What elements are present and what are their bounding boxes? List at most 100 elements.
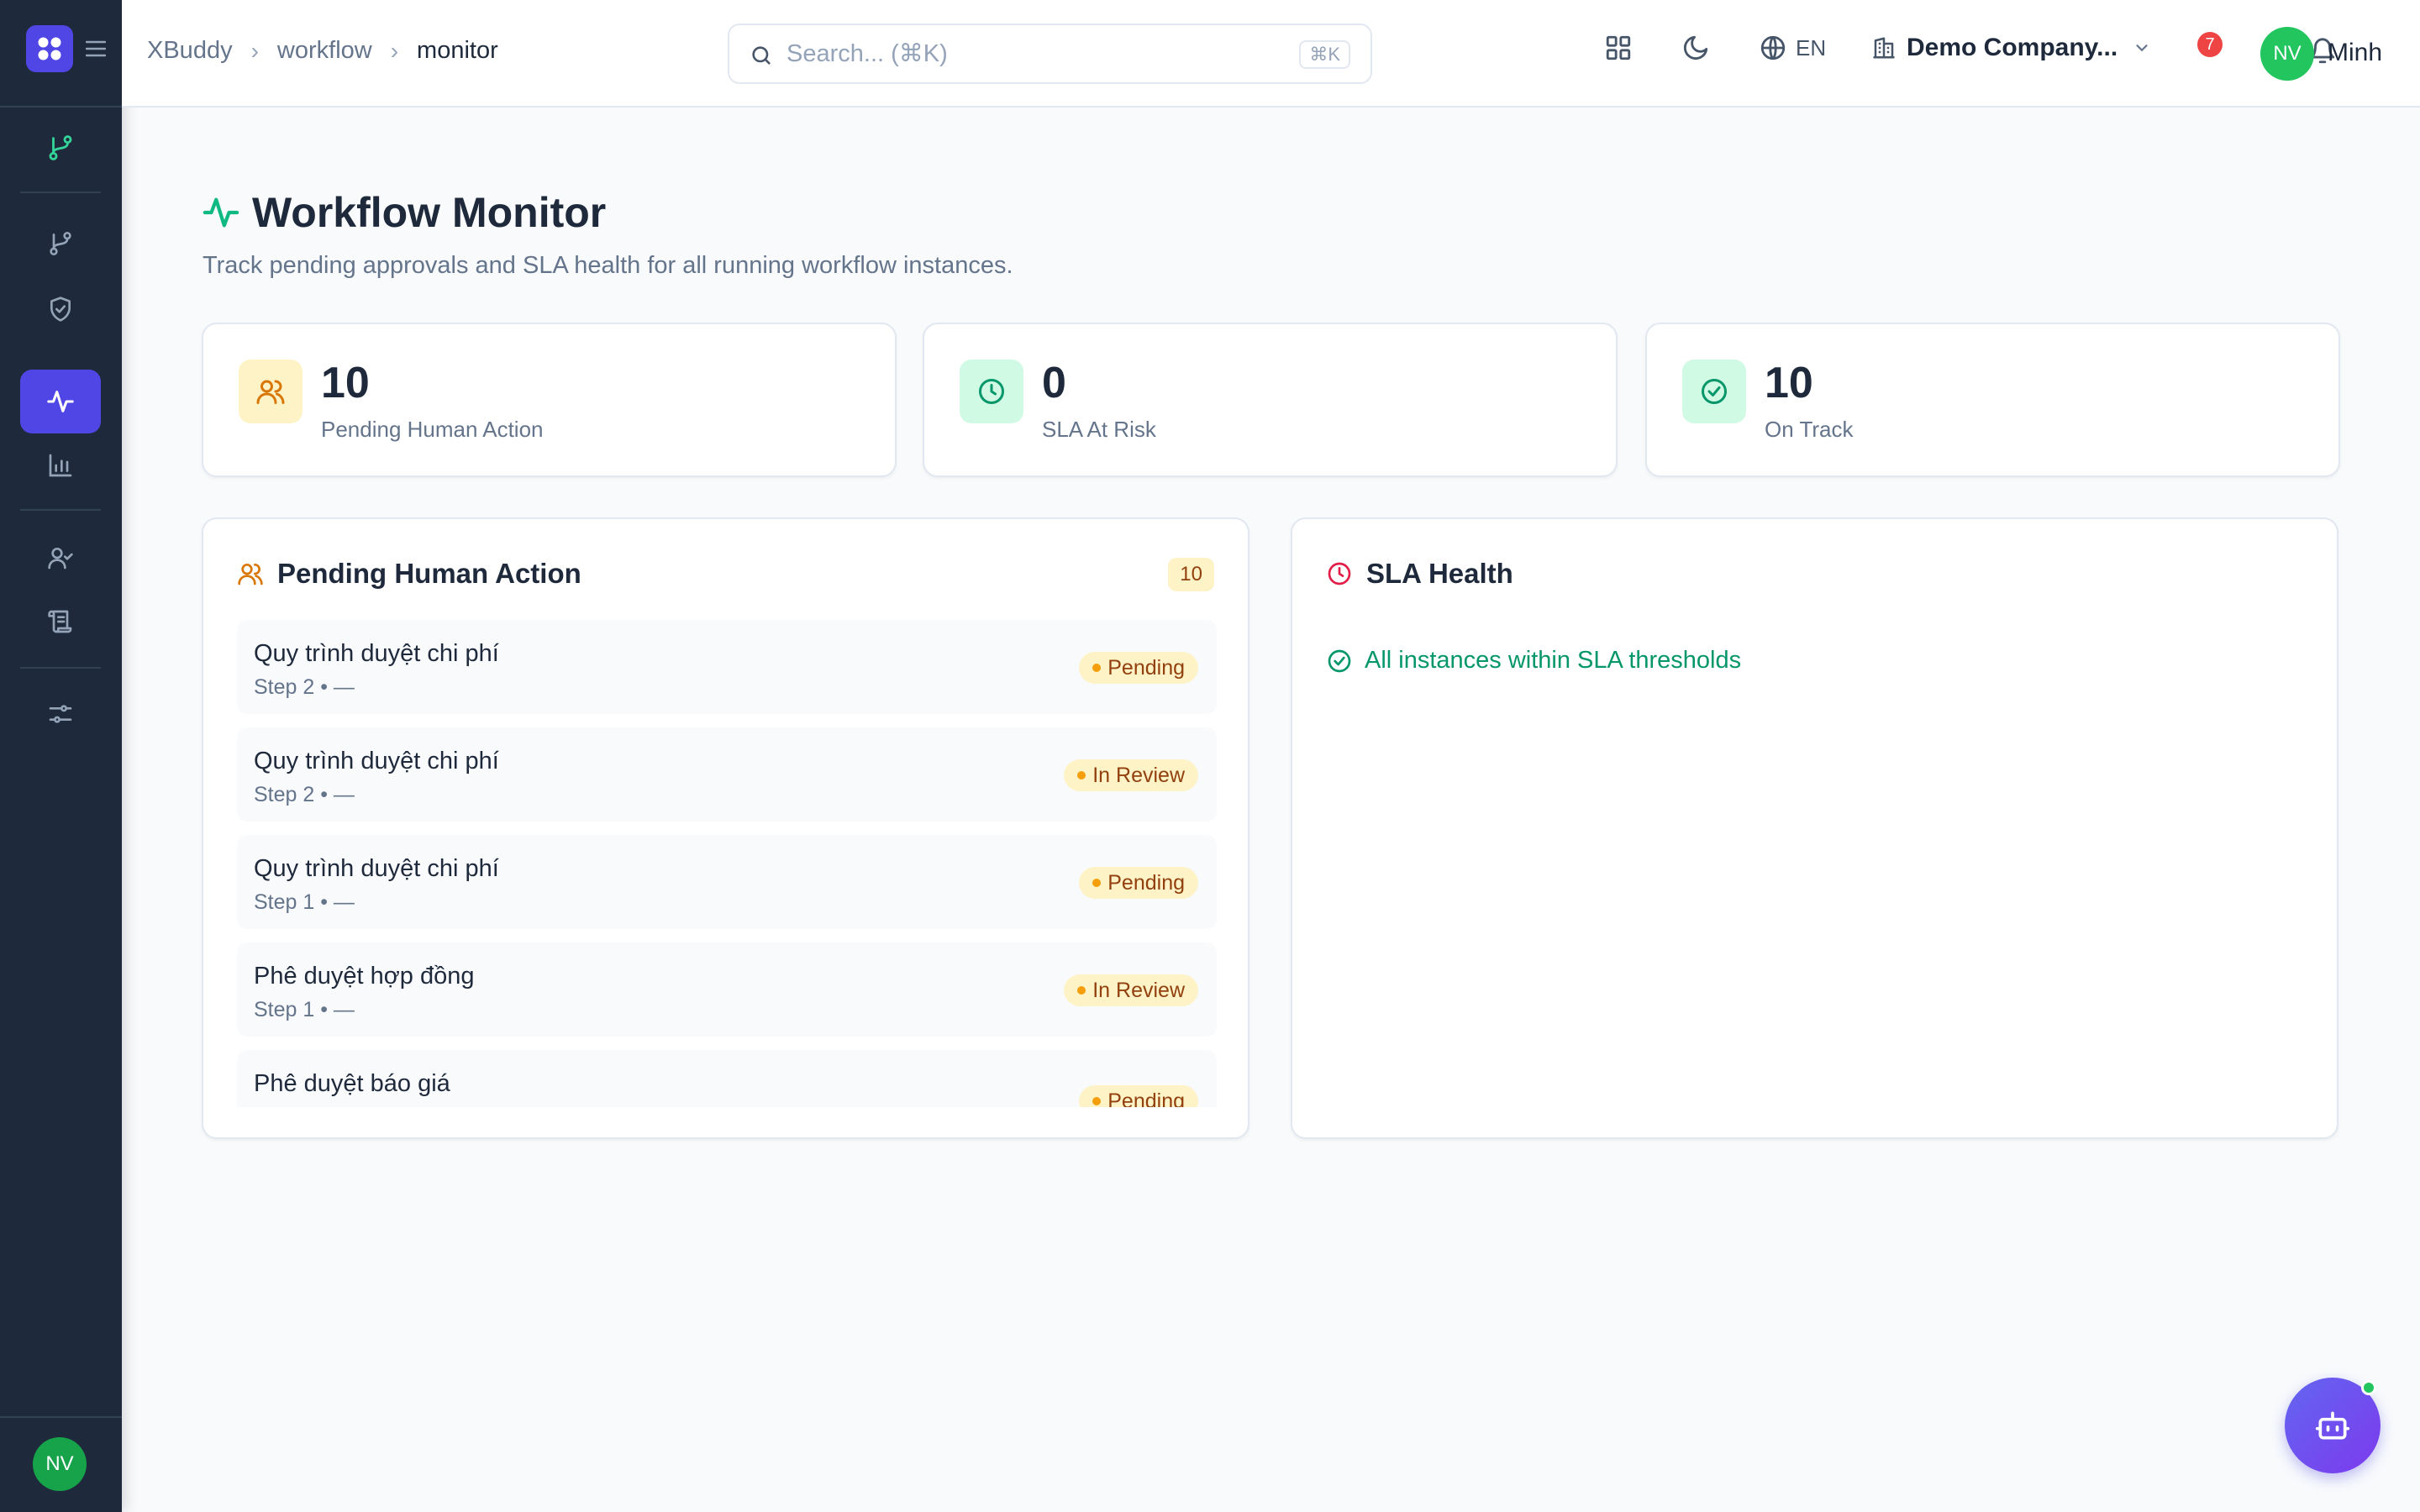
page-subtitle: Track pending approvals and SLA health f…	[203, 252, 1013, 279]
search-box[interactable]: ⌘K	[728, 24, 1372, 84]
company-switcher[interactable]: Demo Company...	[1871, 34, 2151, 62]
sidebar-item-logs[interactable]	[20, 590, 101, 654]
check-circle-icon	[1702, 379, 1727, 404]
logo-icon	[38, 37, 61, 60]
status-badge: In Review	[1064, 974, 1198, 1006]
activity-icon	[203, 197, 239, 228]
status-label: In Review	[1092, 978, 1185, 1002]
stat-value: 10	[1765, 359, 1813, 407]
sla-status: All instances within SLA thresholds	[1326, 647, 1741, 675]
status-badge: Pending	[1079, 867, 1198, 899]
sidebar-divider	[20, 509, 101, 511]
status-dot	[1077, 771, 1086, 780]
sidebar-avatar[interactable]: NV	[33, 1437, 87, 1491]
status-dot	[1092, 1097, 1102, 1105]
check-circle-icon	[1328, 649, 1351, 672]
list-item[interactable]: Phê duyệt hợp đồng Step 1 • — In Review	[237, 942, 1217, 1037]
sla-message: All instances within SLA thresholds	[1365, 647, 1742, 674]
sidebar-divider	[20, 667, 101, 669]
sidebar-item-monitor[interactable]	[20, 370, 101, 433]
stat-card-sla-risk: 0 SLA At Risk	[923, 323, 1618, 477]
clock-icon	[1328, 562, 1351, 585]
company-name: Demo Company...	[1907, 34, 2118, 61]
workflow-icon	[49, 135, 72, 160]
bar-chart-icon	[49, 454, 72, 477]
item-meta: Step 2 • —	[254, 783, 355, 806]
stat-label: SLA At Risk	[1042, 417, 1156, 442]
status-dot	[1092, 664, 1102, 672]
status-badge: Pending	[1079, 652, 1198, 684]
sidebar-item-approvers[interactable]	[20, 526, 101, 590]
list-item[interactable]: Quy trình duyệt chi phí Step 2 • — Pendi…	[237, 620, 1217, 714]
chevron-down-icon	[2136, 45, 2148, 52]
search-input[interactable]	[786, 37, 1257, 71]
shield-check-icon	[50, 297, 71, 322]
moon-icon	[1683, 35, 1708, 60]
breadcrumb-current: monitor	[417, 37, 498, 64]
page-header: Workflow Monitor	[202, 188, 606, 237]
user-check-icon	[48, 548, 73, 570]
stat-label: Pending Human Action	[321, 417, 544, 442]
language-label: EN	[1796, 34, 1827, 60]
scroll-icon	[48, 610, 72, 633]
menu-icon[interactable]	[86, 40, 106, 57]
sidebar-item-analytics[interactable]	[20, 433, 101, 497]
grid-icon	[1606, 35, 1631, 60]
sidebar-item-workflows[interactable]	[20, 212, 101, 276]
clock-icon	[979, 379, 1004, 404]
status-label: Pending	[1107, 655, 1185, 680]
sidebar-item-workflow-home[interactable]	[20, 116, 101, 180]
user-avatar[interactable]: NV	[2260, 27, 2314, 81]
sidebar-item-security[interactable]	[20, 277, 101, 341]
stat-card-on-track: 10 On Track	[1645, 323, 2340, 477]
notification-count: 7	[2197, 32, 2223, 57]
language-switcher[interactable]: EN	[1759, 34, 1826, 62]
workflow-icon	[50, 232, 71, 255]
list-item[interactable]: Quy trình duyệt chi phí Step 1 • — Pendi…	[237, 835, 1217, 929]
search-shortcut: ⌘K	[1299, 40, 1350, 69]
breadcrumb-root[interactable]: XBuddy	[147, 37, 233, 65]
item-name: Phê duyệt báo giá	[254, 1070, 450, 1097]
stat-value: 0	[1042, 359, 1066, 407]
item-meta: Step 1 • —	[254, 890, 355, 914]
status-dot	[1092, 879, 1102, 887]
status-badge: Pending	[1079, 1085, 1198, 1107]
sidebar-divider	[20, 192, 101, 193]
sidebar-item-settings[interactable]	[20, 682, 101, 746]
breadcrumb: XBuddy › workflow › monitor	[147, 37, 498, 65]
search-icon	[752, 46, 771, 65]
status-label: Pending	[1107, 1089, 1185, 1108]
list-item[interactable]: Phê duyệt báo giá Pending	[237, 1050, 1217, 1107]
theme-toggle[interactable]	[1681, 34, 1710, 62]
item-name: Quy trình duyệt chi phí	[254, 640, 499, 667]
bot-icon	[2315, 1411, 2350, 1440]
item-name: Quy trình duyệt chi phí	[254, 855, 499, 882]
item-name: Quy trình duyệt chi phí	[254, 748, 499, 774]
status-label: In Review	[1092, 763, 1185, 787]
chevron-right-icon: ›	[250, 37, 259, 64]
panel-title: Pending Human Action	[277, 558, 581, 589]
users-icon	[256, 380, 285, 404]
user-name[interactable]: Minh	[2328, 39, 2382, 67]
panel-header: SLA Health	[1326, 558, 1513, 590]
app-logo[interactable]	[26, 25, 73, 72]
status-label: Pending	[1107, 870, 1185, 895]
stat-label: On Track	[1765, 417, 1854, 442]
sliders-icon	[49, 705, 72, 723]
apps-button[interactable]	[1604, 34, 1633, 62]
breadcrumb-section[interactable]: workflow	[277, 37, 372, 65]
pending-panel: Pending Human Action 10 Quy trình duyệt …	[202, 517, 1249, 1139]
activity-icon	[47, 391, 74, 412]
sidebar-divider	[0, 1416, 122, 1418]
building-icon	[1873, 37, 1895, 59]
stat-value: 10	[321, 359, 370, 407]
top-header: XBuddy › workflow › monitor ⌘K EN Demo C…	[122, 0, 2420, 108]
pending-list[interactable]: Quy trình duyệt chi phí Step 2 • — Pendi…	[237, 620, 1217, 1107]
sidebar-header	[0, 0, 122, 108]
list-item[interactable]: Quy trình duyệt chi phí Step 2 • — In Re…	[237, 727, 1217, 822]
panel-title: SLA Health	[1366, 558, 1513, 589]
stat-icon-wrap	[1682, 360, 1746, 423]
status-badge: In Review	[1064, 759, 1198, 791]
globe-icon	[1760, 35, 1786, 60]
item-meta: Step 2 • —	[254, 675, 355, 699]
